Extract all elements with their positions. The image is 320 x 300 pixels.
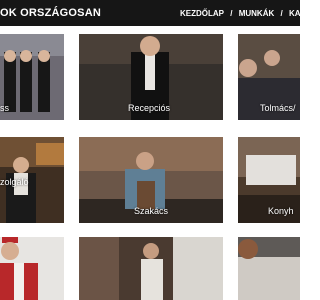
job-tile-interpreter[interactable]: Tolmács/ bbox=[238, 34, 300, 120]
main-nav: KEZDŐLAP / MUNKÁK / KAPCS bbox=[180, 9, 317, 18]
job-tile-porter[interactable] bbox=[0, 237, 64, 300]
tile-label: ss bbox=[0, 103, 9, 113]
cleaner-photo bbox=[238, 237, 300, 300]
job-tile-hostess[interactable]: ss bbox=[0, 34, 64, 120]
tile-label: Tolmács/ bbox=[260, 103, 296, 113]
hostess-photo bbox=[0, 34, 64, 120]
job-tile-kitchen[interactable]: Konyh bbox=[238, 137, 300, 223]
job-tile-waiter[interactable]: zolgáló bbox=[0, 137, 64, 223]
tile-label: Recepciós bbox=[128, 103, 171, 113]
job-tile-receptionist[interactable]: Recepciós bbox=[79, 34, 223, 120]
job-tile-room-attendant[interactable] bbox=[79, 237, 223, 300]
nav-item-contact[interactable]: KAPCS bbox=[289, 9, 317, 18]
room-attendant-photo bbox=[79, 237, 223, 300]
nav-item-home[interactable]: KEZDŐLAP bbox=[180, 9, 224, 18]
nav-item-jobs[interactable]: MUNKÁK bbox=[239, 9, 275, 18]
job-tile-cook[interactable]: Szakács bbox=[79, 137, 223, 223]
tile-label: zolgáló bbox=[0, 177, 29, 187]
job-tile-cleaner[interactable] bbox=[238, 237, 300, 300]
site-header: OK ORSZÁGOSAN KEZDŐLAP / MUNKÁK / KAPCS bbox=[0, 0, 317, 26]
tile-label: Szakács bbox=[134, 206, 169, 216]
nav-separator: / bbox=[230, 9, 233, 18]
site-title[interactable]: OK ORSZÁGOSAN bbox=[0, 7, 101, 19]
porter-photo bbox=[0, 237, 64, 300]
tile-label: Konyh bbox=[268, 206, 294, 216]
nav-separator: / bbox=[280, 9, 283, 18]
